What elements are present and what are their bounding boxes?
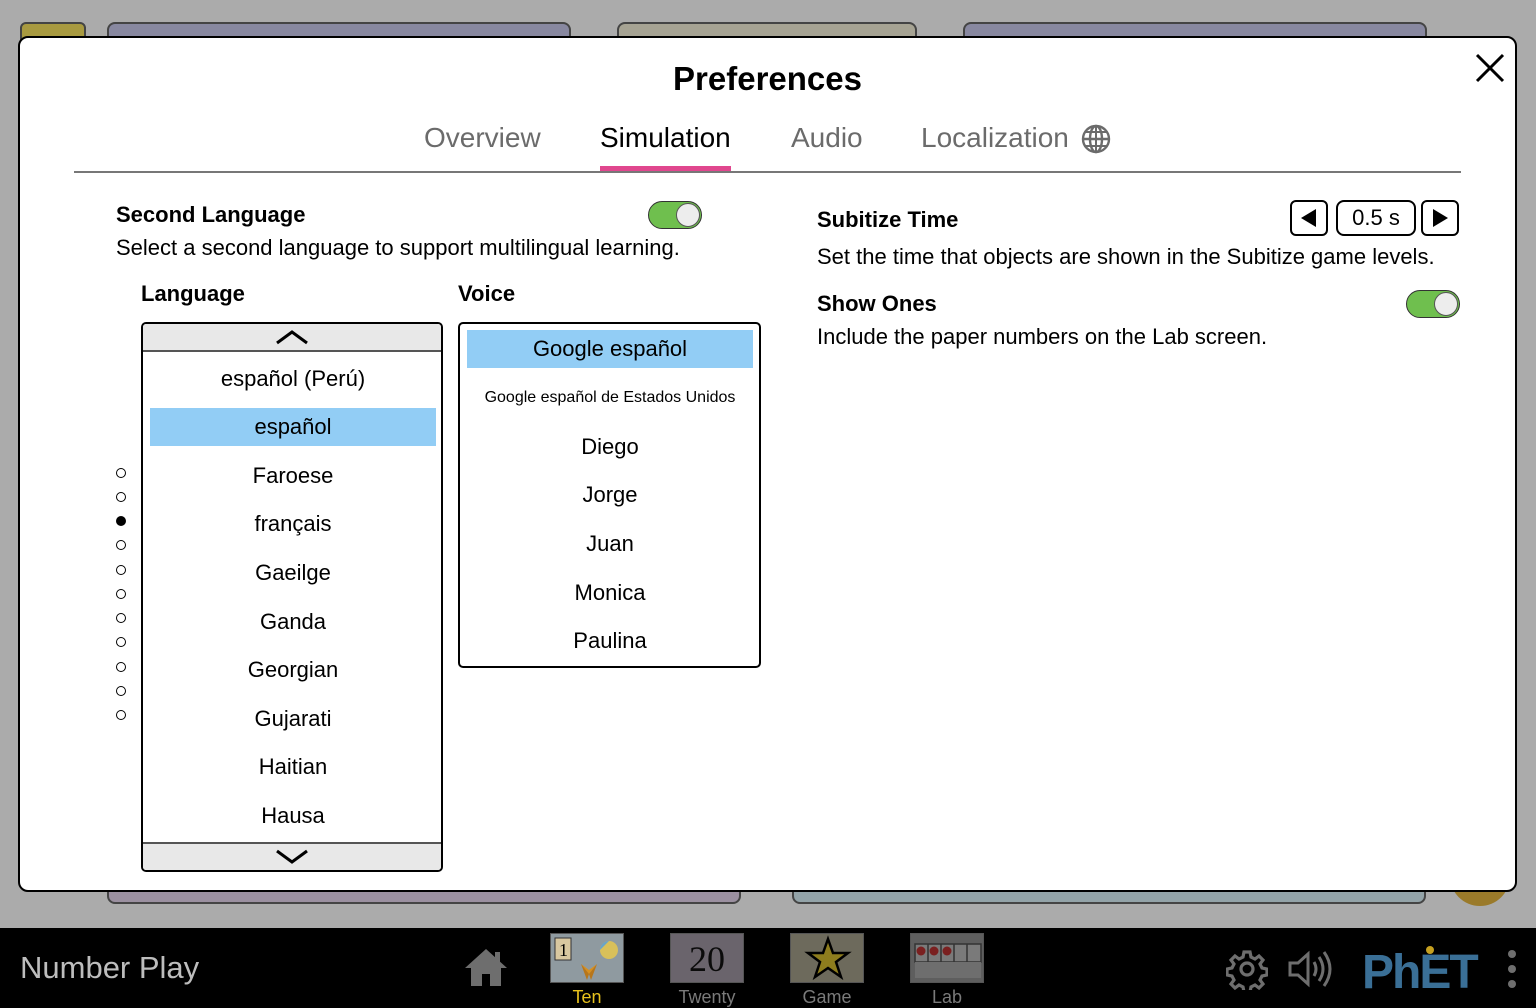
second-language-title: Second Language: [116, 202, 306, 227]
close-icon: [1475, 53, 1505, 83]
page-dot[interactable]: [116, 662, 126, 672]
tab-label: Audio: [791, 122, 863, 153]
preferences-dialog: Preferences Overview Simulation Audio Lo…: [18, 36, 1517, 892]
screen-button-ten[interactable]: 1 Ten: [549, 931, 625, 1007]
phet-menu-button[interactable]: [1504, 948, 1520, 992]
show-ones-toggle[interactable]: [1406, 290, 1460, 318]
phet-logo[interactable]: PhET: [1362, 940, 1492, 999]
screen-label: Ten: [572, 987, 602, 1007]
list-item[interactable]: Monica: [467, 574, 753, 612]
list-item[interactable]: Diego: [467, 428, 753, 466]
list-item[interactable]: Ganda: [150, 603, 436, 641]
list-item[interactable]: français: [150, 505, 436, 543]
settings-button[interactable]: [1225, 948, 1269, 994]
toggle-knob: [1434, 292, 1458, 316]
tab-localization[interactable]: Localization: [921, 122, 1111, 172]
gear-icon: [1225, 950, 1269, 994]
page-dot[interactable]: [116, 468, 126, 478]
list-item[interactable]: Google español de Estados Unidos: [467, 379, 753, 417]
page-dot[interactable]: [116, 613, 126, 623]
subitize-time-value: 0.5 s: [1336, 200, 1416, 236]
page-dot[interactable]: [116, 589, 126, 599]
chevron-down-icon: [276, 849, 308, 864]
show-ones-description: Include the paper numbers on the Lab scr…: [817, 324, 1268, 349]
screen-label: Twenty: [678, 987, 736, 1007]
speaker-icon: [1288, 950, 1332, 988]
list-item[interactable]: Gaeilge: [150, 554, 436, 592]
page-dot[interactable]: [116, 686, 126, 696]
list-item[interactable]: Paulina: [467, 622, 753, 660]
home-icon: [465, 949, 507, 986]
page-dot[interactable]: [116, 492, 126, 502]
subitize-time-description: Set the time that objects are shown in t…: [817, 244, 1435, 269]
twenty-thumb-number: 20: [689, 939, 725, 979]
page-dot[interactable]: [116, 540, 126, 550]
twenty-screen-thumbnail: 20: [670, 933, 744, 983]
navigation-bar: Number Play 1 Ten 20 Twenty Game Lab PhE…: [0, 928, 1536, 1008]
lab-screen-thumbnail: [910, 933, 984, 983]
phet-logo-graphic: PhET: [1362, 946, 1480, 999]
tab-label: Simulation: [600, 122, 731, 153]
scroll-down-button[interactable]: [143, 842, 441, 870]
voice-list: Google español Google español de Estados…: [458, 322, 761, 668]
language-header: Language: [141, 281, 245, 306]
ten-thumb-number: 1: [559, 940, 568, 960]
subitize-time-title: Subitize Time: [817, 207, 959, 232]
sim-title: Number Play: [20, 950, 200, 985]
ten-screen-thumbnail: 1: [550, 933, 624, 983]
second-language-description: Select a second language to support mult…: [116, 235, 680, 260]
tab-label: Localization: [921, 122, 1069, 153]
tab-overview[interactable]: Overview: [424, 122, 541, 172]
close-button[interactable]: [1470, 48, 1510, 88]
globe-icon: [1081, 124, 1111, 154]
list-item-selected[interactable]: Google español: [467, 330, 753, 368]
second-language-toggle[interactable]: [648, 201, 702, 229]
page-dot-active[interactable]: [116, 516, 126, 526]
list-item[interactable]: Juan: [467, 525, 753, 563]
list-item[interactable]: Haitian: [150, 748, 436, 786]
ten-frame-icon: [914, 943, 982, 978]
increment-button[interactable]: [1421, 200, 1459, 236]
voice-header: Voice: [458, 281, 516, 306]
audio-button[interactable]: [1286, 948, 1334, 990]
tab-simulation[interactable]: Simulation: [600, 122, 731, 172]
kebab-menu-icon: [1508, 950, 1516, 988]
preferences-tabs: Overview Simulation Audio Localization: [20, 122, 1515, 172]
language-list: español (Perú) español Faroese français …: [141, 322, 443, 872]
list-item[interactable]: Georgian: [150, 651, 436, 689]
list-item[interactable]: Hausa: [150, 797, 436, 835]
home-button[interactable]: [462, 946, 510, 990]
screen-button-lab[interactable]: Lab: [909, 931, 985, 1007]
triangle-left-icon: [1301, 209, 1316, 227]
tabs-divider: [74, 171, 1461, 173]
list-item[interactable]: Gujarati: [150, 700, 436, 738]
screen-label: Lab: [931, 987, 963, 1007]
tab-audio[interactable]: Audio: [791, 122, 863, 172]
screen-button-game[interactable]: Game: [789, 931, 865, 1007]
page-dot[interactable]: [116, 710, 126, 720]
list-item[interactable]: español (Perú): [150, 360, 436, 398]
chevron-up-icon: [276, 330, 308, 345]
scroll-up-button[interactable]: [143, 324, 441, 352]
decrement-button[interactable]: [1290, 200, 1328, 236]
toggle-knob: [676, 203, 700, 227]
list-item[interactable]: Faroese: [150, 457, 436, 495]
list-item-selected[interactable]: español: [150, 408, 436, 446]
list-item[interactable]: Jorge: [467, 476, 753, 514]
dialog-title: Preferences: [673, 60, 862, 97]
star-icon: [804, 935, 852, 981]
svg-text:PhET: PhET: [1362, 946, 1478, 996]
screen-button-twenty[interactable]: 20 Twenty: [669, 931, 745, 1007]
tab-label: Overview: [424, 122, 541, 153]
page-dot[interactable]: [116, 565, 126, 575]
triangle-right-icon: [1433, 209, 1448, 227]
screen-label: Game: [802, 987, 852, 1007]
game-screen-thumbnail: [790, 933, 864, 983]
ten-thumb-graphic: 1: [554, 937, 618, 980]
show-ones-title: Show Ones: [817, 291, 937, 316]
page-dot[interactable]: [116, 637, 126, 647]
